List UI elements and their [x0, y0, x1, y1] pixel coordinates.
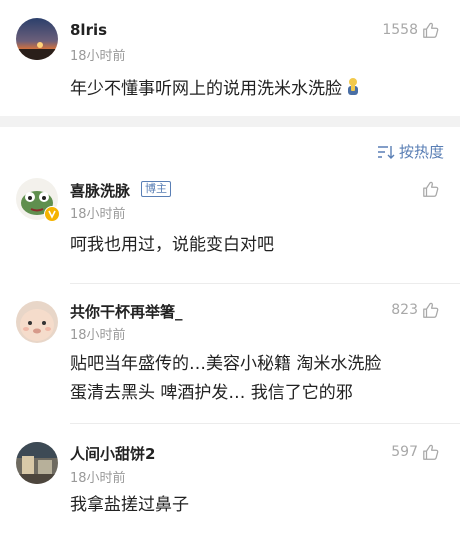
comment-text-line: 蛋清去黑头 啤酒护发… 我信了它的邪	[70, 383, 353, 403]
username[interactable]: 8lris	[70, 21, 107, 39]
sort-label: 按热度	[398, 143, 444, 161]
like-button[interactable]	[418, 180, 440, 198]
comment-text: 贴吧当年盛传的…美容小秘籍 淘米水洗脸 蛋清去黑头 啤酒护发… 我信了它的邪	[70, 350, 446, 408]
comment-item: 共你干杯再举箸_ 18小时前 823 贴吧当年盛传的…美容小秘籍 淘米水洗脸 蛋…	[0, 284, 460, 424]
like-button[interactable]: 823	[391, 301, 440, 319]
sort-icon	[377, 145, 395, 159]
verified-badge-icon	[44, 206, 60, 222]
section-divider	[0, 116, 460, 127]
thumbs-up-icon	[423, 302, 439, 318]
comment-item: 喜脉洗脉 博主 18小时前 呵我也用过，说能变白对吧	[0, 171, 460, 284]
username[interactable]: 人间小甜饼2	[70, 443, 155, 464]
like-count: 597	[391, 444, 418, 460]
timestamp: 18小时前	[70, 471, 126, 486]
avatar[interactable]	[16, 301, 58, 343]
comment-text-content: 年少不懂事听网上的说用洗米水洗脸	[70, 79, 342, 99]
sunset-avatar-image	[16, 18, 58, 60]
comment-text: 呵我也用过，说能变白对吧	[70, 235, 274, 255]
avatar[interactable]	[16, 18, 58, 60]
like-count: 1558	[382, 22, 418, 38]
timestamp: 18小时前	[70, 207, 126, 222]
like-count: 823	[391, 302, 418, 318]
baby-face-avatar-image	[16, 301, 58, 343]
like-button[interactable]: 597	[391, 443, 440, 461]
author-badge: 博主	[141, 181, 171, 197]
thumbs-up-icon	[423, 181, 439, 197]
comment-text: 我拿盐搓过鼻子	[70, 495, 189, 515]
timestamp: 18小时前	[70, 49, 126, 64]
avatar[interactable]	[16, 442, 58, 484]
timestamp: 18小时前	[70, 328, 126, 343]
sort-bar: 按热度	[0, 127, 460, 171]
praying-figure-icon	[344, 77, 362, 107]
thumbs-up-icon	[423, 444, 439, 460]
top-comment: 8lris 18小时前 1558 年少不懂事听网上的说用洗米水洗脸	[0, 0, 460, 116]
username[interactable]: 共你干杯再举箸_	[70, 301, 183, 322]
sort-by-hot-button[interactable]: 按热度	[377, 141, 444, 162]
comment-text-line: 贴吧当年盛传的…美容小秘籍 淘米水洗脸	[70, 354, 382, 374]
username[interactable]: 喜脉洗脉	[70, 180, 130, 201]
photo-avatar-image	[16, 442, 58, 484]
like-button[interactable]: 1558	[382, 21, 440, 39]
thumbs-up-icon	[423, 22, 439, 38]
comment-item: 人间小甜饼2 18小时前 597 我拿盐搓过鼻子	[0, 424, 460, 524]
comment-text: 年少不懂事听网上的说用洗米水洗脸	[70, 75, 446, 107]
